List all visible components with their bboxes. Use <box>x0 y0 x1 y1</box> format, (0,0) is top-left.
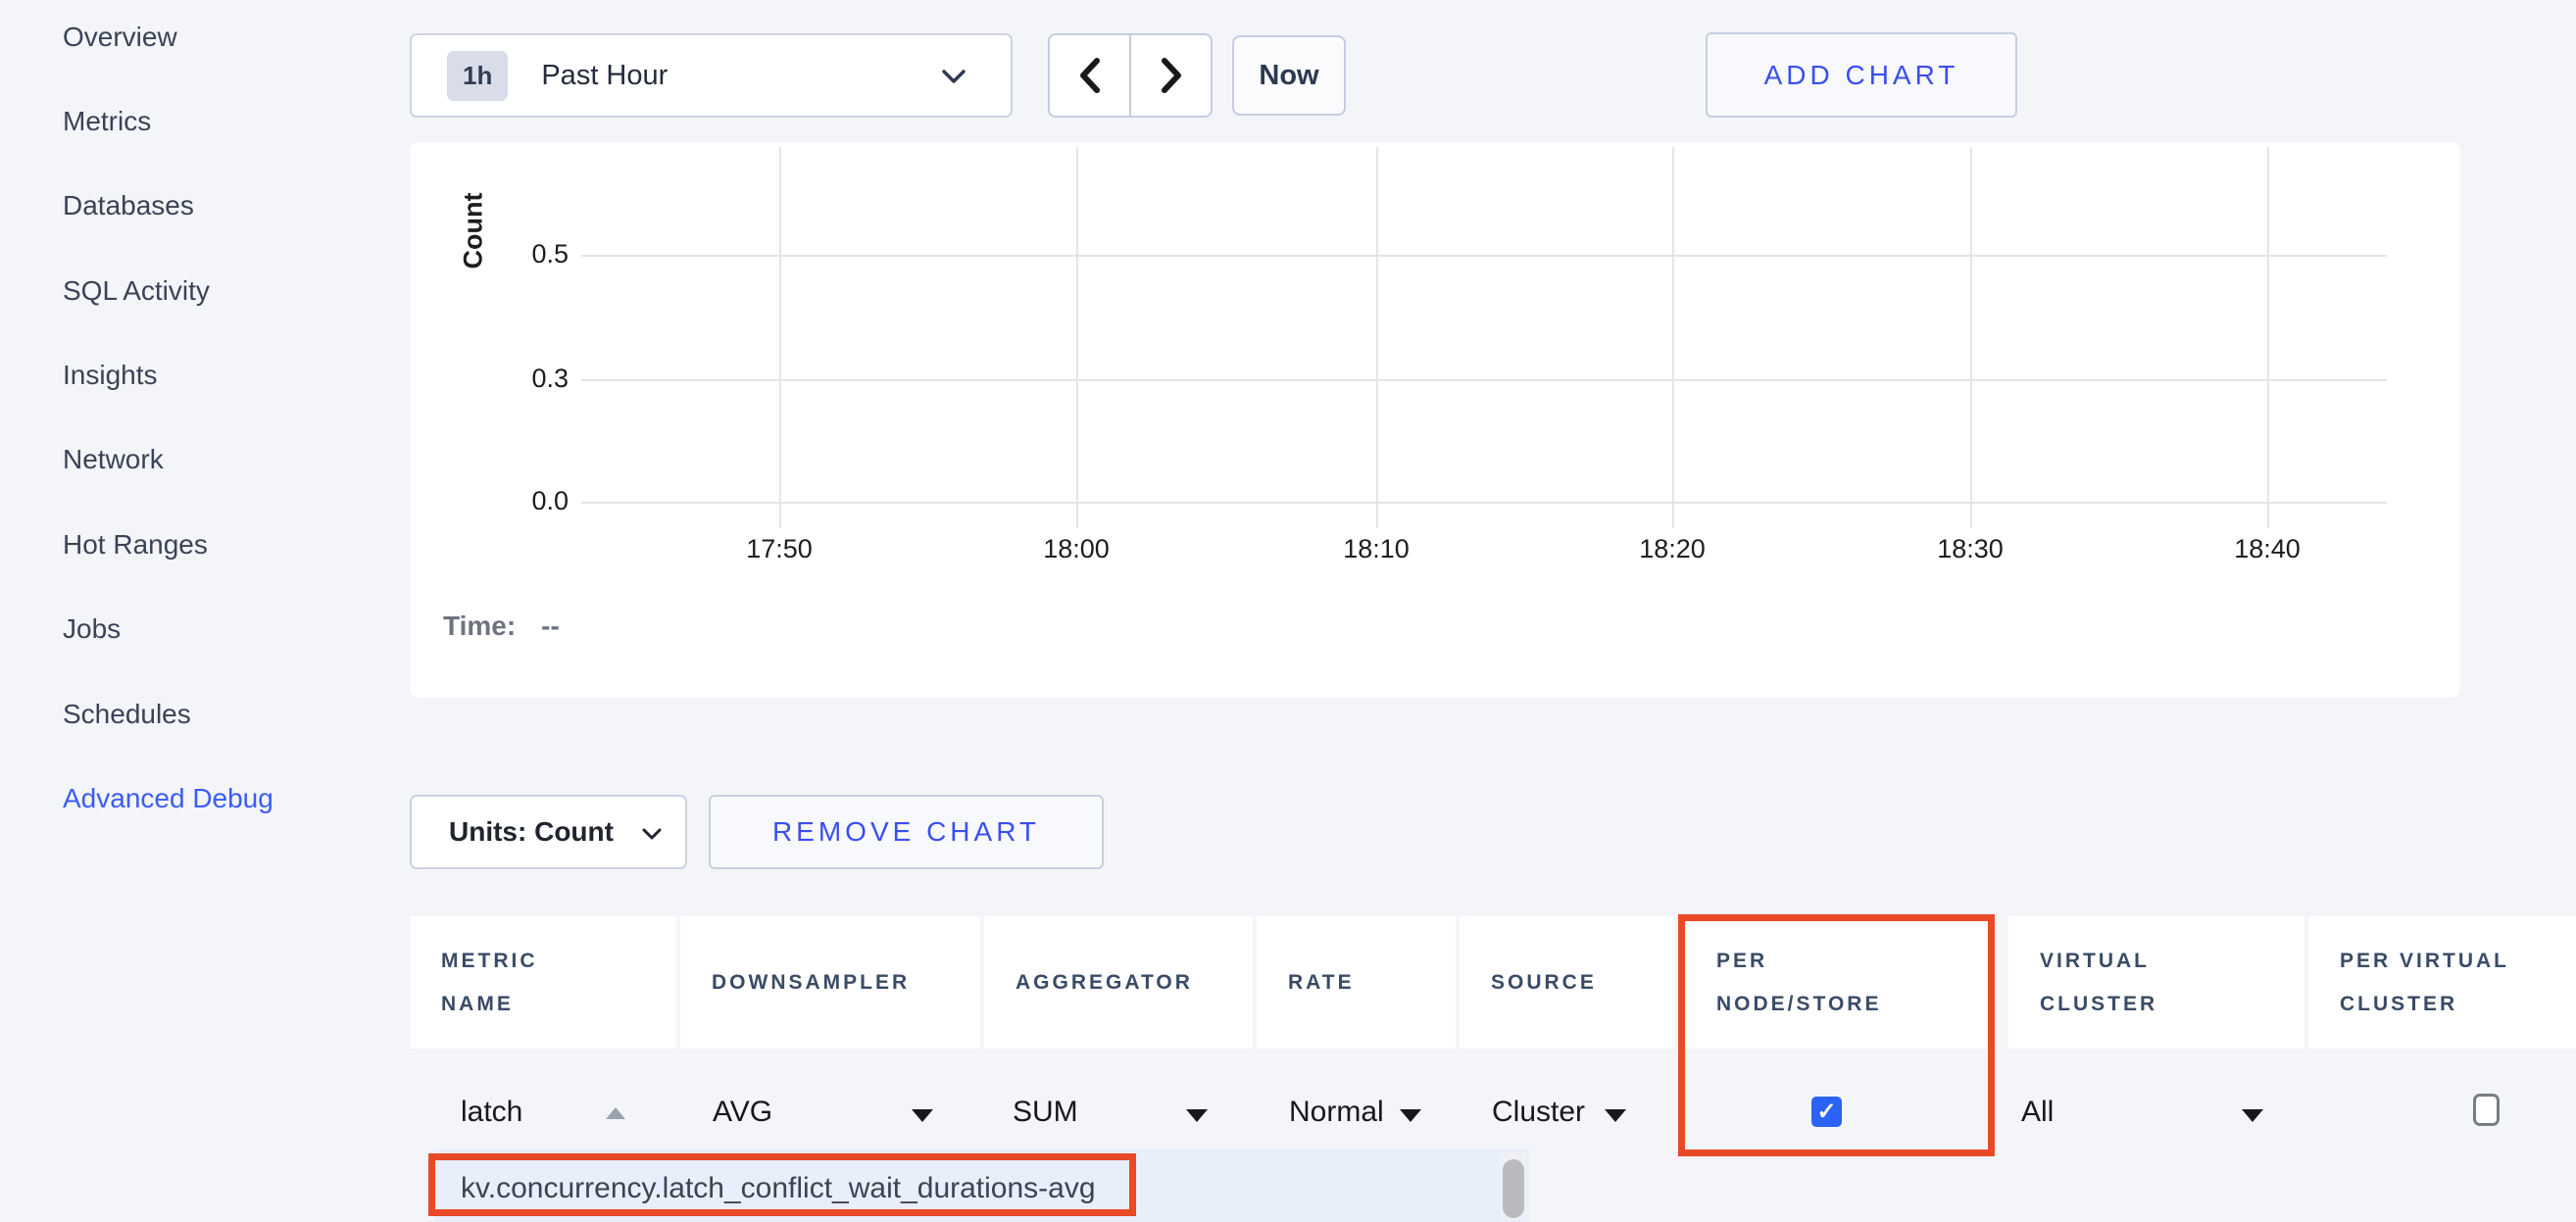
y-axis-tick: 0.5 <box>449 239 569 269</box>
sidebar-item-overview[interactable]: Overview <box>63 22 177 53</box>
column-header-rate: RATE <box>1257 916 1456 1049</box>
dropdown-arrow-icon[interactable] <box>912 1109 933 1122</box>
time-value: -- <box>541 611 560 641</box>
gridline-vertical <box>1376 147 1378 528</box>
dropdown-arrow-icon[interactable] <box>1186 1109 1208 1122</box>
hover-time-readout: Time: -- <box>443 611 560 642</box>
time-range-selector[interactable]: 1h Past Hour <box>410 33 1013 118</box>
column-header-per-node-store: PERNODE/STORE <box>1685 916 1988 1049</box>
units-dropdown-label: Units: Count <box>449 816 614 848</box>
add-chart-button[interactable]: ADD CHART <box>1706 32 2017 118</box>
column-header-source: SOURCE <box>1460 916 1674 1049</box>
x-axis-tick: 18:40 <box>2199 534 2336 564</box>
downsampler-select[interactable]: AVG <box>713 1096 772 1129</box>
per-node-store-checkbox[interactable]: ✓ <box>1811 1097 1842 1127</box>
gridline-vertical <box>2267 147 2269 528</box>
column-header-metric-name: METRICNAME <box>410 916 676 1049</box>
sidebar-item-jobs[interactable]: Jobs <box>63 613 121 645</box>
gridline-vertical <box>779 147 781 528</box>
rate-select[interactable]: Normal <box>1289 1096 1384 1129</box>
x-axis-tick: 18:10 <box>1308 534 1445 564</box>
x-axis-tick: 17:50 <box>711 534 848 564</box>
now-button[interactable]: Now <box>1232 35 1346 116</box>
column-header-per-virtual-cluster: PER VIRTUALCLUSTER <box>2308 916 2576 1049</box>
scrollbar-thumb[interactable] <box>1503 1159 1524 1218</box>
metric-suggestion-item[interactable]: kv.concurrency.latch_conflict_wait_durat… <box>461 1172 1096 1205</box>
x-axis-tick: 18:20 <box>1604 534 1741 564</box>
scrollbar-track <box>1500 1151 1527 1220</box>
column-header-downsampler: DOWNSAMPLER <box>680 916 980 1049</box>
sidebar-item-network[interactable]: Network <box>63 444 164 475</box>
sidebar-item-insights[interactable]: Insights <box>63 360 158 391</box>
time-window-nav <box>1048 33 1213 118</box>
sidebar-item-advanced-debug[interactable]: Advanced Debug <box>63 783 273 814</box>
gridline-horizontal <box>581 379 2387 381</box>
chevron-right-icon <box>1157 56 1186 95</box>
per-virtual-cluster-checkbox[interactable] <box>2473 1094 2500 1126</box>
sidebar-item-hot-ranges[interactable]: Hot Ranges <box>63 529 208 561</box>
custom-chart-card: Count 0.5 0.3 0.0 17:50 18:00 18:10 18:2… <box>410 142 2460 698</box>
chevron-down-icon <box>938 65 969 88</box>
sidebar-item-databases[interactable]: Databases <box>63 190 194 221</box>
y-axis-tick: 0.3 <box>449 364 569 394</box>
gridline-horizontal <box>581 502 2387 504</box>
gridline-vertical <box>1672 147 1674 528</box>
next-time-window-button[interactable] <box>1131 35 1211 116</box>
gridline-horizontal <box>581 255 2387 257</box>
time-label: Time: <box>443 611 516 641</box>
x-axis-tick: 18:30 <box>1902 534 2039 564</box>
column-header-virtual-cluster: VIRTUALCLUSTER <box>2008 916 2304 1049</box>
gridline-vertical <box>1076 147 1078 528</box>
chevron-left-icon <box>1075 56 1105 95</box>
previous-time-window-button[interactable] <box>1050 35 1131 116</box>
metric-name-combobox[interactable]: latch <box>461 1096 522 1129</box>
sidebar-item-sql-activity[interactable]: SQL Activity <box>63 275 210 307</box>
dropdown-arrow-icon[interactable] <box>1400 1109 1421 1122</box>
aggregator-select[interactable]: SUM <box>1013 1096 1078 1129</box>
sidebar-item-metrics[interactable]: Metrics <box>63 106 151 137</box>
virtual-cluster-select[interactable]: All <box>2021 1096 2054 1129</box>
chevron-down-icon <box>639 824 665 844</box>
dropdown-arrow-icon[interactable] <box>1605 1109 1626 1122</box>
sidebar-item-schedules[interactable]: Schedules <box>63 699 191 730</box>
x-axis-tick: 18:00 <box>1008 534 1145 564</box>
remove-chart-button[interactable]: REMOVE CHART <box>709 795 1104 869</box>
column-header-aggregator: AGGREGATOR <box>984 916 1253 1049</box>
source-select[interactable]: Cluster <box>1492 1096 1585 1129</box>
units-dropdown[interactable]: Units: Count <box>410 795 687 869</box>
metric-suggestions-dropdown: kv.concurrency.latch_conflict_wait_durat… <box>434 1149 1529 1222</box>
y-axis-tick: 0.0 <box>449 486 569 516</box>
time-range-label: Past Hour <box>541 60 668 92</box>
dropdown-arrow-icon[interactable] <box>2242 1109 2263 1122</box>
sort-up-icon[interactable] <box>606 1107 625 1119</box>
time-range-badge: 1h <box>447 51 508 101</box>
gridline-vertical <box>1970 147 1972 528</box>
